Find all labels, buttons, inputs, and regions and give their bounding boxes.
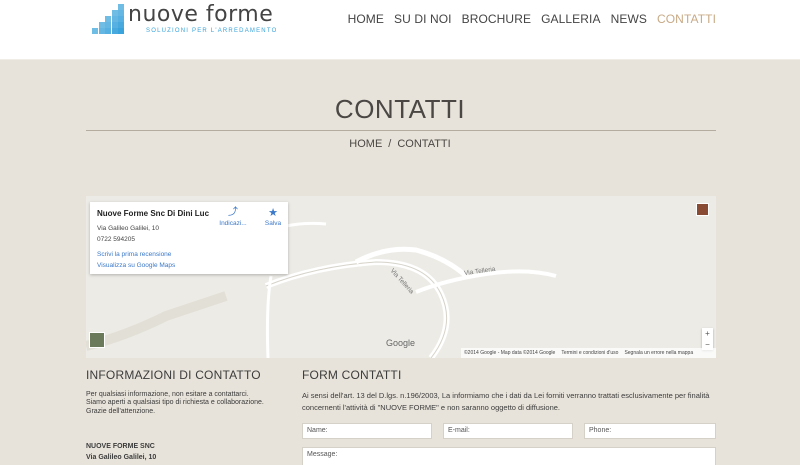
logo-mark-icon — [92, 4, 126, 34]
view-on-maps-link[interactable]: Visualizza su Google Maps — [97, 262, 175, 269]
nav-contatti[interactable]: CONTATTI — [657, 12, 716, 26]
write-review-link[interactable]: Scrivi la prima recensione — [97, 251, 171, 258]
map-report-link[interactable]: Segnala un errore nella mappa — [624, 348, 693, 358]
contact-info-title: INFORMAZIONI DI CONTATTO — [86, 368, 261, 382]
map-copyright: ©2014 Google - Map data ©2014 Google — [464, 350, 556, 356]
map-terms-link[interactable]: Termini e condizioni d'uso — [561, 348, 618, 358]
zoom-in-button[interactable]: + — [702, 328, 713, 339]
logo-cell — [118, 28, 124, 34]
contact-form-section: FORM CONTATTI Ai sensi dell'art. 13 del … — [302, 368, 716, 465]
nav-news[interactable]: NEWS — [611, 12, 647, 26]
zoom-control: + − — [702, 328, 713, 350]
breadcrumb-current: CONTATTI — [397, 138, 451, 150]
star-icon: ★ — [268, 207, 278, 219]
place-name: Nuove Forme Snc Di Dini Luci... — [97, 209, 209, 218]
logo-cell — [98, 28, 105, 34]
save-button[interactable]: ★ Salva — [258, 207, 288, 227]
directions-button[interactable]: ⤴ Indicazi... — [214, 207, 252, 227]
satellite-toggle-icon[interactable] — [89, 332, 105, 348]
name-field[interactable]: Name: — [302, 423, 432, 439]
contact-info-section: INFORMAZIONI DI CONTATTO Per qualsiasi i… — [86, 368, 286, 461]
form-title: FORM CONTATTI — [302, 368, 402, 382]
place-info-card: Nuove Forme Snc Di Dini Luci... Via Gali… — [90, 202, 288, 274]
logo-cell — [105, 28, 111, 34]
privacy-note: Ai sensi dell'art. 13 del D.lgs. n.196/2… — [302, 391, 710, 412]
title-divider — [86, 130, 716, 131]
user-avatar[interactable] — [696, 203, 709, 216]
contact-info-text: Siamo aperti a qualsiasi tipo di richies… — [86, 399, 264, 415]
email-field[interactable]: E-mail: — [443, 423, 573, 439]
directions-icon: ⤴ — [228, 207, 238, 218]
logo-cell — [111, 28, 118, 34]
place-phone: 0722 594205 — [97, 236, 135, 243]
nav-su-di-noi[interactable]: SU DI NOI — [394, 12, 452, 26]
logo-text: nuove forme — [128, 2, 274, 27]
main-nav: HOME SU DI NOI BROCHURE GALLERIA NEWS CO… — [348, 12, 716, 26]
save-label: Salva — [264, 220, 282, 227]
company-name: NUOVE FORME SNC — [86, 443, 155, 450]
directions-label: Indicazi... — [219, 220, 247, 227]
nav-galleria[interactable]: GALLERIA — [541, 12, 601, 26]
breadcrumb: HOME / CONTATTI — [0, 138, 800, 150]
logo[interactable]: nuove forme SOLUZIONI PER L'ARREDAMENTO — [92, 2, 284, 34]
nav-brochure[interactable]: BROCHURE — [462, 12, 531, 26]
nav-home[interactable]: HOME — [348, 12, 384, 26]
site-header: nuove forme SOLUZIONI PER L'ARREDAMENTO … — [0, 0, 800, 60]
message-field[interactable]: Message: — [302, 447, 716, 465]
logo-tagline: SOLUZIONI PER L'ARREDAMENTO — [146, 28, 278, 34]
logo-cell — [92, 28, 98, 34]
breadcrumb-home[interactable]: HOME — [349, 138, 382, 150]
map-attribution: ©2014 Google - Map data ©2014 Google Ter… — [461, 348, 716, 358]
google-logo: Google — [386, 338, 416, 348]
phone-field[interactable]: Phone: — [584, 423, 716, 439]
google-map[interactable]: Via Telleria Via Telleria Nuove Forme Sn… — [86, 196, 716, 358]
breadcrumb-separator: / — [388, 138, 392, 150]
place-address: Via Galileo Galilei, 10 — [97, 225, 160, 232]
company-address: Via Galileo Galilei, 10 — [86, 454, 157, 461]
page-title: CONTATTI — [334, 94, 466, 124]
